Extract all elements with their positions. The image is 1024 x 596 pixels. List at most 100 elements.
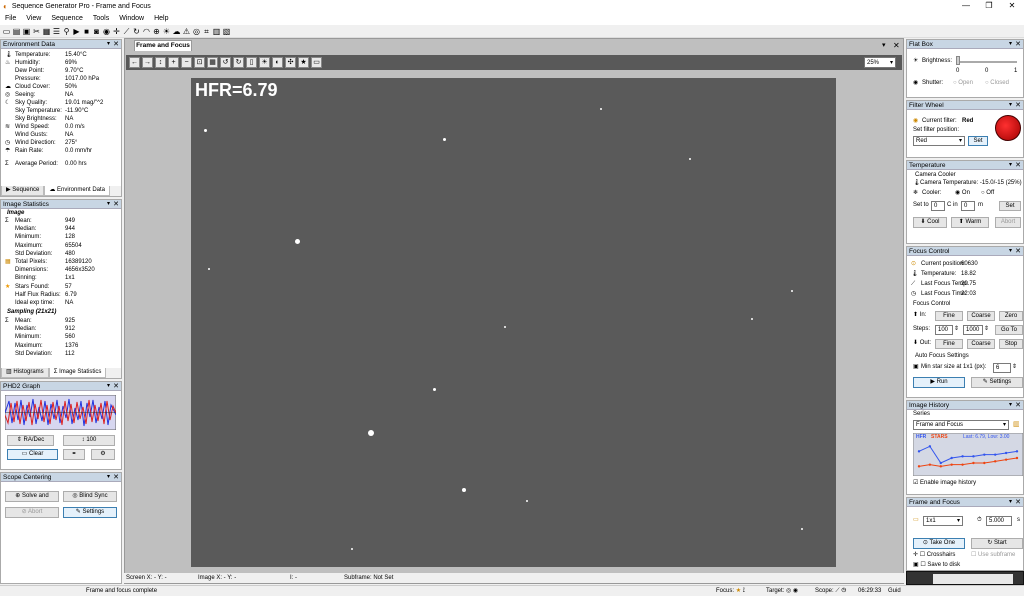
connect-button[interactable]: ⚭ — [63, 449, 85, 460]
play-icon[interactable]: ▶ — [72, 27, 81, 36]
pin-icon[interactable]: ▾ — [1009, 40, 1012, 49]
pin-icon[interactable]: ▾ — [107, 382, 110, 391]
closed-radio[interactable]: ○ Closed — [985, 80, 1009, 87]
close-icon[interactable]: ✕ — [113, 382, 119, 391]
zoom-out-icon[interactable]: − — [181, 57, 192, 68]
maximize-icon[interactable]: ❐ — [978, 0, 1000, 12]
chart-icon[interactable]: ▥ — [1013, 420, 1020, 428]
set-temp-input[interactable]: 0 — [931, 201, 945, 211]
rotator-icon[interactable]: ↻ — [132, 27, 141, 36]
close-icon[interactable]: ✕ — [1015, 401, 1021, 410]
rotate-left-icon[interactable]: ↺ — [220, 57, 231, 68]
series-select[interactable]: Frame and Focus ▾ — [913, 420, 1009, 430]
tab-image-statistics[interactable]: Σ Image Statistics — [48, 368, 107, 378]
spin-icon[interactable]: ⇕ — [954, 325, 959, 332]
save-icon[interactable]: ▣ — [22, 27, 31, 36]
contrast-icon[interactable]: ◐ — [272, 57, 283, 68]
new-icon[interactable]: ▭ — [2, 27, 11, 36]
captured-image[interactable]: HFR=6.79 — [191, 78, 836, 567]
spin-icon[interactable]: ⇕ — [984, 325, 989, 332]
enable-history-checkbox[interactable]: ☑ Enable image history — [913, 480, 976, 487]
close-icon[interactable]: ✕ — [1015, 101, 1021, 110]
abort-button[interactable]: ⊘ Abort — [5, 507, 59, 518]
set-minutes-input[interactable]: 0 — [961, 201, 975, 211]
zoom-fit-icon[interactable]: ⊡ — [194, 57, 205, 68]
search-icon[interactable]: ⚲ — [62, 27, 71, 36]
save-to-disk-checkbox[interactable]: ▣ ☐ Save to disk — [913, 562, 960, 569]
rotate-right-icon[interactable]: ↻ — [233, 57, 244, 68]
back-icon[interactable]: ← — [129, 57, 140, 68]
min-star-input[interactable]: 6 — [993, 363, 1011, 373]
menu-view[interactable]: View — [21, 15, 46, 22]
settings-button[interactable]: ⚙ — [91, 449, 115, 460]
telescope-icon[interactable]: ⟋ — [122, 27, 131, 36]
menu-file[interactable]: File — [0, 15, 21, 22]
set-filter-button[interactable]: Set — [968, 136, 988, 146]
stop-icon[interactable]: ■ — [82, 27, 91, 36]
close-icon[interactable]: ✕ — [1015, 498, 1021, 507]
crosshairs-checkbox[interactable]: ✛ ☐ Crosshairs — [913, 552, 955, 559]
pin-icon[interactable]: ▾ — [1009, 161, 1012, 170]
tab-histograms[interactable]: ▥ Histograms — [1, 368, 49, 378]
close-icon[interactable]: ✕ — [113, 473, 119, 482]
preview-thumbnail[interactable] — [906, 571, 1024, 585]
dome-icon[interactable]: ◠ — [142, 27, 151, 36]
abort-cool-button[interactable]: Abort — [995, 217, 1021, 228]
open-radio[interactable]: ○ Open — [953, 80, 973, 87]
menu-sequence[interactable]: Sequence — [46, 15, 88, 22]
crosshair-icon[interactable]: ✣ — [285, 57, 296, 68]
filter-icon[interactable]: ◉ — [102, 27, 111, 36]
menu-window[interactable]: Window — [114, 15, 149, 22]
flip-icon[interactable]: ▯ — [246, 57, 257, 68]
run-autofocus-button[interactable]: ▶ Run — [913, 377, 965, 388]
take-one-button[interactable]: ⊙ Take One — [913, 538, 965, 549]
list-icon[interactable]: ☰ — [52, 27, 61, 36]
cool-button[interactable]: ⬇ Cool — [913, 217, 947, 228]
star-icon[interactable]: ★ — [298, 57, 309, 68]
close-icon[interactable]: ✕ — [113, 40, 119, 49]
tab-frame-and-focus[interactable]: Frame and Focus — [134, 40, 192, 51]
stop-focus-button[interactable]: Stop — [999, 339, 1023, 349]
set-temp-button[interactable]: Set — [999, 201, 1021, 211]
filter-select[interactable]: Red ▾ — [913, 136, 965, 146]
pin-icon[interactable]: ▾ — [107, 200, 110, 209]
pin-icon[interactable]: ▾ — [1009, 247, 1012, 256]
zoom-select[interactable]: 25% ▾ — [864, 57, 896, 68]
centering-settings-button[interactable]: ✎ Settings — [63, 507, 117, 518]
pin-icon[interactable]: ▾ — [107, 40, 110, 49]
goto-button[interactable]: Go To — [995, 325, 1023, 335]
tab-environment-data[interactable]: ☁ Environment Data — [44, 186, 111, 196]
brightness-slider[interactable] — [957, 61, 1017, 63]
start-loop-button[interactable]: ↻ Start — [971, 538, 1023, 549]
autofocus-settings-button[interactable]: ✎ Settings — [971, 377, 1023, 388]
notes-icon[interactable]: ▧ — [222, 27, 231, 36]
safety-icon[interactable]: ⚠ — [182, 27, 191, 36]
pin-icon[interactable]: ▾ — [1009, 401, 1012, 410]
clear-button[interactable]: ▭ Clear — [7, 449, 58, 460]
close-icon[interactable]: ✕ — [113, 200, 119, 209]
warm-button[interactable]: ⬆ Warm — [951, 217, 989, 228]
scale-button[interactable]: ↕ 100 — [63, 435, 115, 446]
radec-button[interactable]: ⇕ RA/Dec — [7, 435, 54, 446]
out-fine-button[interactable]: Fine — [935, 339, 963, 349]
zoom-in-icon[interactable]: + — [168, 57, 179, 68]
stretch-icon[interactable]: ☀ — [259, 57, 270, 68]
chart-icon[interactable]: ▥ — [212, 27, 221, 36]
binning-select[interactable]: 1x1 ▾ — [923, 516, 963, 526]
coarse-steps-input[interactable]: 1000 — [963, 325, 983, 335]
out-coarse-button[interactable]: Coarse — [967, 339, 995, 349]
plate-solve-icon[interactable]: ◎ — [192, 27, 201, 36]
grid-icon[interactable]: ▦ — [42, 27, 51, 36]
close-icon[interactable]: ✕ — [1015, 161, 1021, 170]
menu-tools[interactable]: Tools — [88, 15, 114, 22]
minimize-icon[interactable]: — — [955, 0, 977, 12]
cooler-on-radio[interactable]: ◉ On — [955, 190, 970, 197]
pin-icon[interactable]: ▾ — [107, 473, 110, 482]
in-fine-button[interactable]: Fine — [935, 311, 963, 321]
menu-help[interactable]: Help — [149, 15, 173, 22]
framing-icon[interactable]: ⌗ — [202, 27, 211, 36]
camera-icon[interactable]: ◙ — [92, 27, 101, 36]
close-icon[interactable]: ✕ — [1015, 40, 1021, 49]
forward-icon[interactable]: → — [142, 57, 153, 68]
exposure-input[interactable]: 5.000 — [986, 516, 1012, 526]
